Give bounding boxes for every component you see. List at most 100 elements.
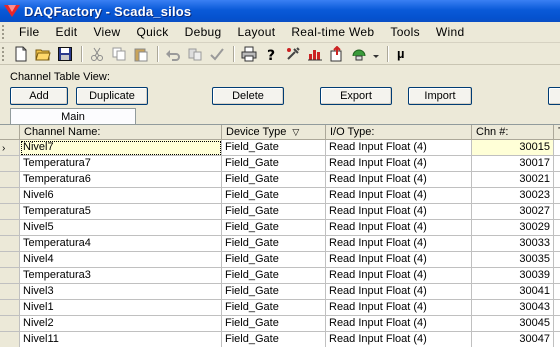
table-row[interactable]: Temperatura5 Field_Gate Read Input Float (… <box>0 204 560 220</box>
row-header[interactable] <box>0 252 20 268</box>
cell-t[interactable] <box>554 316 560 332</box>
cell-chn[interactable]: 30041 <box>472 284 554 300</box>
menu-quick[interactable]: Quick <box>128 25 176 39</box>
cell-io-type[interactable]: Read Input Float (4) <box>326 172 472 188</box>
cell-chn[interactable]: 30023 <box>472 188 554 204</box>
cell-channel-name[interactable]: Temperatura4 <box>20 236 222 252</box>
row-header[interactable] <box>0 236 20 252</box>
column-header-t[interactable]: T <box>554 125 560 140</box>
cell-channel-name[interactable]: Temperatura6 <box>20 172 222 188</box>
column-header-io-type[interactable]: I/O Type: <box>326 125 472 140</box>
print-icon[interactable] <box>239 45 259 63</box>
cell-device-type[interactable]: Field_Gate <box>222 284 326 300</box>
toolbar-grip-icon[interactable] <box>2 46 5 61</box>
cell-chn[interactable]: 30035 <box>472 252 554 268</box>
duplicate-button[interactable]: Duplicate <box>76 87 148 105</box>
row-header[interactable] <box>0 300 20 316</box>
cell-device-type[interactable]: Field_Gate <box>222 204 326 220</box>
cell-channel-name[interactable]: Nivel11 <box>20 332 222 347</box>
column-header-device-type[interactable]: Device Type ▽ <box>222 125 326 140</box>
cell-device-type[interactable]: Field_Gate <box>222 188 326 204</box>
cell-device-type[interactable]: Field_Gate <box>222 172 326 188</box>
cell-io-type[interactable]: Read Input Float (4) <box>326 140 472 156</box>
cell-io-type[interactable]: Read Input Float (4) <box>326 220 472 236</box>
cell-chn[interactable]: 30027 <box>472 204 554 220</box>
row-header[interactable]: › <box>0 140 20 156</box>
table-row[interactable]: Nivel3 Field_Gate Read Input Float (4) 3004… <box>0 284 560 300</box>
cell-io-type[interactable]: Read Input Float (4) <box>326 268 472 284</box>
cell-chn[interactable]: 30045 <box>472 316 554 332</box>
cell-t[interactable] <box>554 236 560 252</box>
paste-icon[interactable] <box>131 45 151 63</box>
delete-button[interactable]: Delete <box>212 87 284 105</box>
menu-real-time-web[interactable]: Real-time Web <box>283 25 382 39</box>
menu-grip-icon[interactable] <box>2 25 5 39</box>
table-row[interactable]: Nivel2 Field_Gate Read Input Float (4) 3004… <box>0 316 560 332</box>
export-button[interactable]: Export <box>320 87 392 105</box>
cell-device-type[interactable]: Field_Gate <box>222 220 326 236</box>
cell-t[interactable] <box>554 300 560 316</box>
menu-edit[interactable]: Edit <box>48 25 86 39</box>
partial-button[interactable] <box>548 87 560 105</box>
row-header[interactable] <box>0 284 20 300</box>
toolbar-overflow-icon[interactable] <box>371 45 381 63</box>
menu-layout[interactable]: Layout <box>230 25 284 39</box>
cell-chn[interactable]: 30033 <box>472 236 554 252</box>
table-row[interactable]: › Nivel7 Field_Gate Read Input Float (4) 300… <box>0 140 560 156</box>
cell-chn[interactable]: 30043 <box>472 300 554 316</box>
menu-file[interactable]: File <box>11 25 48 39</box>
save-disk-icon[interactable] <box>55 45 75 63</box>
cell-t[interactable] <box>554 172 560 188</box>
row-header[interactable] <box>0 156 20 172</box>
cell-io-type[interactable]: Read Input Float (4) <box>326 316 472 332</box>
table-row[interactable]: Temperatura6 Field_Gate Read Input Float (… <box>0 172 560 188</box>
cell-chn[interactable]: 30021 <box>472 172 554 188</box>
cell-chn[interactable]: 30017 <box>472 156 554 172</box>
cell-channel-name[interactable]: Nivel1 <box>20 300 222 316</box>
cell-t[interactable] <box>554 252 560 268</box>
channel-table[interactable]: Channel Name: Device Type ▽ I/O Type: Ch… <box>0 125 560 347</box>
copy-icon[interactable] <box>109 45 129 63</box>
table-row[interactable]: Temperatura3 Field_Gate Read Input Float (… <box>0 268 560 284</box>
help-question-icon[interactable]: ? <box>261 45 281 63</box>
cell-device-type[interactable]: Field_Gate <box>222 156 326 172</box>
cut-scissors-icon[interactable] <box>87 45 107 63</box>
cell-t[interactable] <box>554 156 560 172</box>
cell-t[interactable] <box>554 332 560 347</box>
cell-device-type[interactable]: Field_Gate <box>222 316 326 332</box>
row-header[interactable] <box>0 188 20 204</box>
cell-channel-name[interactable]: Nivel6 <box>20 188 222 204</box>
column-header-chn[interactable]: Chn #: <box>472 125 554 140</box>
cell-io-type[interactable]: Read Input Float (4) <box>326 204 472 220</box>
cell-t[interactable] <box>554 140 560 156</box>
menu-debug[interactable]: Debug <box>177 25 230 39</box>
row-header[interactable] <box>0 332 20 347</box>
table-row[interactable]: Nivel1 Field_Gate Read Input Float (4) 3004… <box>0 300 560 316</box>
cell-io-type[interactable]: Read Input Float (4) <box>326 332 472 347</box>
row-header[interactable] <box>0 172 20 188</box>
redo-copy-icon[interactable] <box>185 45 205 63</box>
cell-chn[interactable]: 30015 <box>472 140 554 156</box>
checkmark-icon[interactable] <box>207 45 227 63</box>
cell-t[interactable] <box>554 268 560 284</box>
table-row[interactable]: Temperatura7 Field_Gate Read Input Float (… <box>0 156 560 172</box>
table-row[interactable]: Temperatura4 Field_Gate Read Input Float (… <box>0 236 560 252</box>
cell-io-type[interactable]: Read Input Float (4) <box>326 252 472 268</box>
cell-t[interactable] <box>554 220 560 236</box>
cell-io-type[interactable]: Read Input Float (4) <box>326 300 472 316</box>
menu-window[interactable]: Wind <box>428 25 473 39</box>
cell-chn[interactable]: 30047 <box>472 332 554 347</box>
cell-channel-name[interactable]: Nivel5 <box>20 220 222 236</box>
export-page-icon[interactable] <box>327 45 347 63</box>
column-header-channel-name[interactable]: Channel Name: <box>20 125 222 140</box>
cell-device-type[interactable]: Field_Gate <box>222 268 326 284</box>
tab-main[interactable]: Main <box>10 108 136 125</box>
add-button[interactable]: Add <box>10 87 68 105</box>
cell-chn[interactable]: 30039 <box>472 268 554 284</box>
table-row[interactable]: Nivel11 Field_Gate Read Input Float (4) 300… <box>0 332 560 347</box>
cell-io-type[interactable]: Read Input Float (4) <box>326 284 472 300</box>
undo-icon[interactable] <box>163 45 183 63</box>
row-header[interactable] <box>0 268 20 284</box>
cell-channel-name[interactable]: Temperatura3 <box>20 268 222 284</box>
table-row[interactable]: Nivel4 Field_Gate Read Input Float (4) 3003… <box>0 252 560 268</box>
